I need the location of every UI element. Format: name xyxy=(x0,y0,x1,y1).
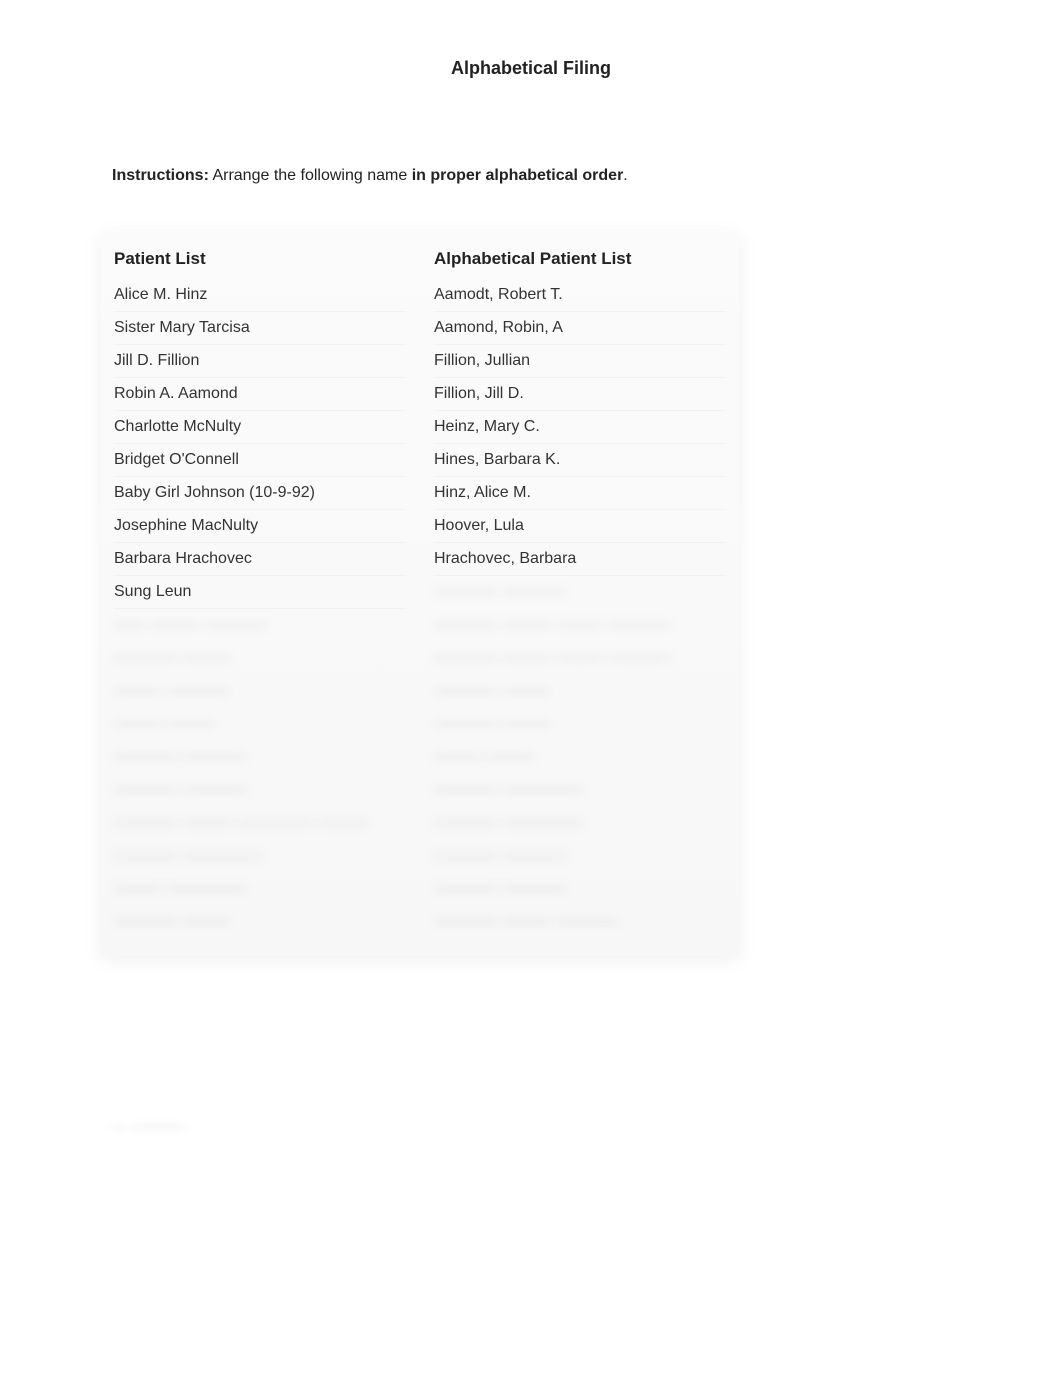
page-title: Alphabetical Filing xyxy=(0,0,1062,79)
blurred-item: ———— ————— xyxy=(114,840,406,873)
list-item: Aamodt, Robert T. xyxy=(434,279,726,312)
list-item: Sister Mary Tarcisa xyxy=(114,312,406,345)
instructions-label: Instructions: xyxy=(112,167,209,184)
list-item: Robin A. Aamond xyxy=(114,378,406,411)
list-item: Aamond, Robin, A xyxy=(434,312,726,345)
columns: Patient List Alice M. Hinz Sister Mary T… xyxy=(100,231,740,956)
blurred-item: ———— ——— ————— ——— xyxy=(114,807,406,840)
blurred-item: ——— ——— xyxy=(434,741,726,774)
blurred-item: ———— ———— xyxy=(434,576,726,609)
list-item: Jill D. Fillion xyxy=(114,345,406,378)
blurred-item: ———— ——— ——— ———— xyxy=(434,609,726,642)
list-item: Fillion, Jill D. xyxy=(434,378,726,411)
list-item: Charlotte McNulty xyxy=(114,411,406,444)
list-item: Hrachovec, Barbara xyxy=(434,543,726,576)
list-item: Hoover, Lula xyxy=(434,510,726,543)
blurred-item: ———— ——— ———— xyxy=(434,906,726,938)
blurred-item: ———— ———— xyxy=(114,774,406,807)
blurred-item: ———— ———— xyxy=(434,873,726,906)
blurred-item: —— ——— ———— xyxy=(114,609,406,642)
patient-card: Patient List Alice M. Hinz Sister Mary T… xyxy=(100,231,740,956)
instructions-bold-phrase: in proper alphabetical order xyxy=(412,167,624,184)
blurred-item: ———— ———— xyxy=(434,840,726,873)
instructions: Instructions: Arrange the following name… xyxy=(112,167,1062,185)
instructions-text-before: Arrange the following name xyxy=(209,167,412,184)
blurred-item: ———— ——— xyxy=(114,642,406,675)
blurred-item: ——— ————— xyxy=(114,873,406,906)
blurred-item: ———— ——— xyxy=(434,675,726,708)
blurred-item: ———— ————— xyxy=(434,807,726,840)
instructions-text-after: . xyxy=(623,167,627,184)
blurred-item: ——— ———— xyxy=(114,675,406,708)
list-item: Hines, Barbara K. xyxy=(434,444,726,477)
blurred-item: ———— ——— xyxy=(434,708,726,741)
list-item: Josephine MacNulty xyxy=(114,510,406,543)
list-item: Barbara Hrachovec xyxy=(114,543,406,576)
right-header: Alphabetical Patient List xyxy=(434,249,726,269)
list-item: Hinz, Alice M. xyxy=(434,477,726,510)
list-item: Alice M. Hinz xyxy=(114,279,406,312)
blurred-item: ——— ——— xyxy=(114,708,406,741)
list-item: Fillion, Jullian xyxy=(434,345,726,378)
left-column: Patient List Alice M. Hinz Sister Mary T… xyxy=(100,231,420,956)
blurred-item: ———— ———— xyxy=(114,741,406,774)
list-item: Heinz, Mary C. xyxy=(434,411,726,444)
blurred-item: ———— ————— xyxy=(434,774,726,807)
list-item: Bridget O'Connell xyxy=(114,444,406,477)
list-item: Baby Girl Johnson (10-9-92) xyxy=(114,477,406,510)
left-header: Patient List xyxy=(114,249,406,269)
list-item: Sung Leun xyxy=(114,576,406,609)
right-column: Alphabetical Patient List Aamodt, Robert… xyxy=(420,231,740,956)
blurred-item: ———— ——— ——— ———— xyxy=(434,642,726,675)
blurred-item: ———— ——— xyxy=(114,906,406,938)
footer-blurred: — ———— xyxy=(112,1118,186,1134)
